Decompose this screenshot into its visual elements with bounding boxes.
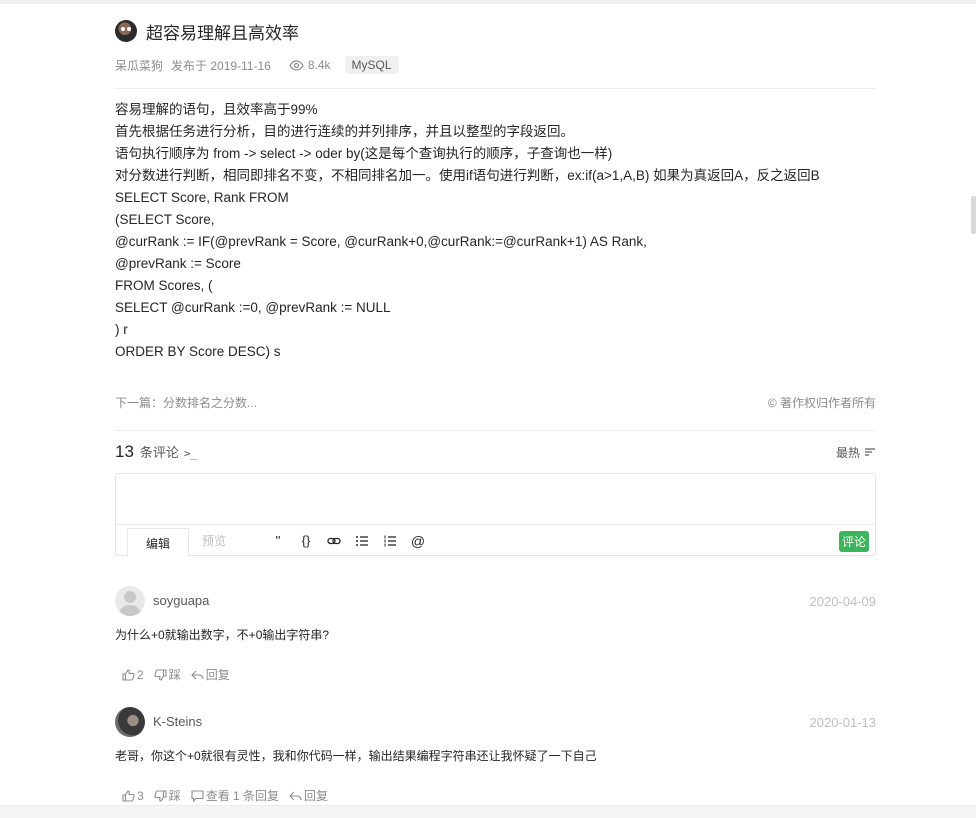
content-line: ORDER BY Score DESC) s [115, 344, 281, 359]
like-count: 3 [137, 788, 144, 803]
thumbs-up-icon [122, 668, 135, 681]
content-line: 语句执行顺序为 from -> select -> oder by(这是每个查询… [115, 146, 613, 161]
copyright-notice: © 著作权归作者所有 [767, 395, 876, 410]
content-line: SELECT @curRank :=0, @prevRank := NULL [115, 300, 391, 315]
divider [115, 88, 876, 89]
code-button[interactable]: {} [294, 529, 318, 553]
sort-dropdown[interactable]: 最热 [836, 444, 876, 461]
like-button[interactable]: 3 [122, 789, 144, 803]
view-replies-label: 查看 1 条回复 [205, 789, 280, 803]
link-button[interactable] [322, 529, 346, 553]
comment-text: 老哥，你这个+0就很有灵性，我和你代码一样，输出结果编程字符串还让我怀疑了一下自… [115, 749, 597, 763]
view-count-value: 8.4k [307, 58, 331, 72]
mention-button[interactable]: @ [406, 529, 430, 553]
avatar[interactable] [115, 586, 145, 616]
article-content: 容易理解的语句，且效率高于99% 首先根据任务进行分析，目的进行连续的并列排序，… [115, 99, 876, 363]
comments-count: 13 条评论 >_ [115, 442, 197, 462]
reply-label: 回复 [205, 668, 230, 682]
bottom-border [0, 805, 976, 818]
quote-button[interactable]: '' [266, 529, 290, 553]
content-line: 容易理解的语句，且效率高于99% [115, 102, 318, 117]
author-avatar[interactable] [115, 20, 137, 42]
dislike-button[interactable]: 踩 [154, 787, 181, 804]
comment-actions: 2 踩 回复 [122, 666, 240, 683]
dislike-label: 踩 [168, 789, 181, 803]
bullet-list-button[interactable] [350, 529, 374, 553]
dislike-label: 踩 [168, 668, 181, 682]
tab-edit[interactable]: 编辑 [127, 528, 189, 557]
content-line: 首先根据任务进行分析，目的进行连续的并列排序，并且以整型的字段返回。 [115, 124, 574, 139]
comment-date: 2020-01-13 [809, 715, 877, 730]
article-footer: 下一篇：分数排名之分数... © 著作权归作者所有 [115, 392, 876, 412]
comment-text: 为什么+0就输出数字，不+0输出字符串? [115, 628, 330, 642]
sort-label: 最热 [835, 445, 860, 460]
like-button[interactable]: 2 [122, 668, 144, 682]
view-replies-button[interactable]: 查看 1 条回复 [191, 787, 279, 804]
reply-icon [190, 670, 204, 679]
submit-comment-button[interactable]: 评论 [838, 531, 869, 552]
article-title: 超容易理解且高效率 [146, 23, 299, 43]
reply-icon [289, 791, 302, 800]
comment-textarea[interactable] [116, 474, 875, 524]
comment-username[interactable]: K-Steins [153, 714, 202, 729]
content-line: @curRank := IF(@prevRank = Score, @curRa… [115, 234, 647, 249]
comment-username[interactable]: soyguapa [153, 593, 209, 608]
avatar[interactable] [115, 707, 145, 737]
divider [115, 430, 876, 431]
reply-button[interactable]: 回复 [190, 666, 230, 683]
thumbs-down-icon [154, 668, 167, 681]
link-icon [327, 537, 341, 544]
view-count: 8.4k [289, 58, 331, 72]
comment-count-number: 13 [115, 442, 134, 461]
reply-button[interactable]: 回复 [289, 787, 328, 804]
comment-actions: 3 踩 查看 1 条回复 回复 [122, 787, 338, 804]
content-line: @prevRank := Score [115, 256, 241, 271]
sort-icon [865, 448, 875, 456]
content-line: 对分数进行判断，相同即排名不变，不相同排名加一。使用if语句进行判断，ex:if… [115, 168, 820, 183]
comments-header: 13 条评论 >_ 最热 [115, 440, 876, 464]
content-line: SELECT Score, Rank FROM [115, 190, 289, 205]
content-line: (SELECT Score, [115, 212, 215, 227]
title-row: 超容易理解且高效率 [115, 18, 299, 44]
dislike-button[interactable]: 踩 [154, 666, 181, 683]
publish-date: 发布于 2019-11-16 [171, 58, 271, 73]
eye-icon [289, 59, 304, 71]
content-line: FROM Scores, ( [115, 278, 213, 293]
reply-label: 回复 [304, 789, 329, 803]
editor-toolbar: 编辑 预览 '' {} @ 评论 [116, 524, 875, 557]
thumbs-up-icon [122, 789, 135, 802]
next-article-link[interactable]: 下一篇：分数排名之分数... [115, 394, 257, 411]
comment-editor: 编辑 预览 '' {} @ 评论 [115, 473, 876, 557]
like-count: 2 [137, 667, 144, 682]
tab-preview[interactable]: 预览 [202, 532, 262, 549]
numbered-list-button[interactable] [378, 529, 402, 553]
comment-count-label: 条评论 [139, 445, 179, 460]
bullet-list-icon [356, 535, 368, 546]
thumbs-down-icon [154, 789, 167, 802]
scrollbar-thumb[interactable] [971, 196, 976, 234]
terminal-caret-icon: >_ [183, 447, 198, 460]
comment-bubble-icon [191, 789, 204, 802]
content-line: ) r [115, 322, 128, 337]
article-meta: 呆瓜菜狗 发布于 2019-11-16 8.4k MySQL [115, 55, 399, 75]
numbered-list-icon [384, 535, 396, 546]
at-icon: @ [410, 532, 426, 549]
author-name[interactable]: 呆瓜菜狗 [115, 57, 163, 74]
comment-date: 2020-04-09 [809, 594, 877, 609]
tag-mysql[interactable]: MySQL [344, 56, 399, 74]
top-border [0, 0, 976, 4]
